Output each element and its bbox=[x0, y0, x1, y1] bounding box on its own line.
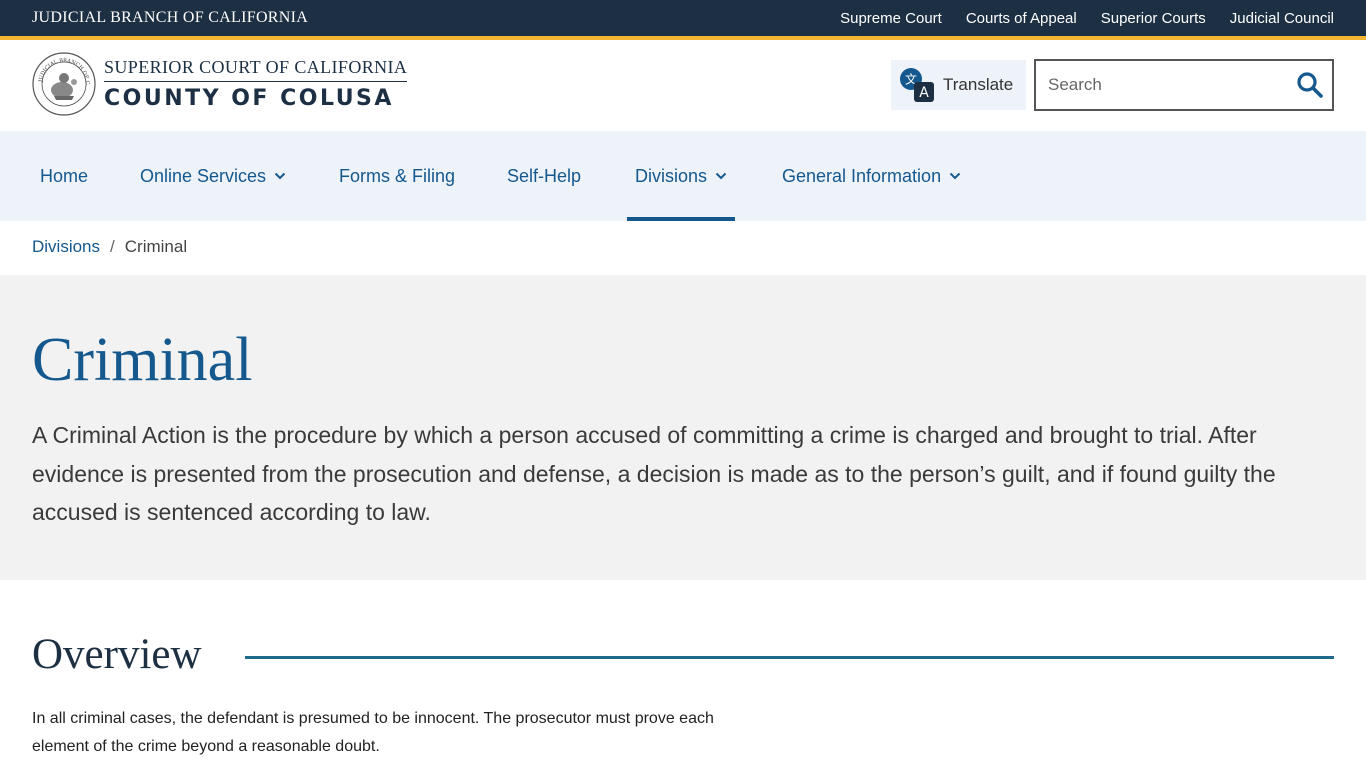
nav-item-label: Forms & Filing bbox=[339, 165, 456, 186]
court-name: SUPERIOR COURT OF CALIFORNIA COUNTY OF C… bbox=[104, 57, 408, 111]
top-link-judicial-council[interactable]: Judicial Council bbox=[1230, 10, 1334, 27]
nav-item-label: Divisions bbox=[635, 165, 708, 186]
chevron-down-icon bbox=[715, 172, 727, 180]
translate-label: Translate bbox=[943, 75, 1014, 94]
top-utility-bar: JUDICIAL BRANCH OF CALIFORNIA Supreme Co… bbox=[0, 0, 1366, 36]
breadcrumb: Divisions / Criminal bbox=[32, 237, 187, 257]
chevron-down-icon bbox=[949, 172, 961, 180]
nav-item-label: Online Services bbox=[140, 165, 267, 186]
search-icon bbox=[1297, 72, 1323, 98]
page-hero: Criminal A Criminal Action is the proced… bbox=[0, 275, 1366, 580]
nav-item-label: General Information bbox=[782, 165, 942, 186]
search-input[interactable] bbox=[1036, 61, 1286, 109]
top-link-superior-courts[interactable]: Superior Courts bbox=[1101, 10, 1206, 27]
nav-item-online-services[interactable]: Online Services bbox=[140, 131, 286, 221]
breadcrumb-divisions-link[interactable]: Divisions bbox=[32, 237, 100, 257]
court-name-line1: SUPERIOR COURT OF CALIFORNIA bbox=[104, 57, 408, 82]
breadcrumb-separator: / bbox=[110, 237, 115, 256]
top-link-supreme-court[interactable]: Supreme Court bbox=[840, 10, 942, 27]
breadcrumb-current: Criminal bbox=[124, 237, 188, 256]
court-seal-icon: JUDICIAL BRANCH OF CALIFORNIA bbox=[32, 52, 96, 116]
judicial-branch-title: JUDICIAL BRANCH OF CALIFORNIA bbox=[32, 9, 309, 26]
nav-item-forms-filing[interactable]: Forms & Filing bbox=[339, 131, 455, 221]
nav-item-self-help[interactable]: Self-Help bbox=[507, 131, 581, 221]
search-box bbox=[1034, 59, 1334, 111]
nav-item-general-information[interactable]: General Information bbox=[782, 131, 961, 221]
overview-heading: Overview bbox=[32, 631, 202, 678]
overview-text: In all criminal cases, the defendant is … bbox=[32, 710, 714, 755]
site-header: JUDICIAL BRANCH OF CALIFORNIA SUPERIOR C… bbox=[0, 40, 1366, 131]
overview-divider bbox=[245, 656, 1334, 659]
search-button[interactable] bbox=[1296, 71, 1324, 99]
svg-text:A: A bbox=[919, 85, 929, 101]
main-nav: Home Online Services Forms & Filing Self… bbox=[0, 131, 1366, 221]
top-link-courts-of-appeal[interactable]: Courts of Appeal bbox=[966, 10, 1077, 27]
chevron-down-icon bbox=[274, 172, 286, 180]
court-name-line2: COUNTY OF COLUSA bbox=[104, 86, 394, 111]
page-title: Criminal bbox=[32, 326, 253, 394]
nav-item-home[interactable]: Home bbox=[40, 131, 88, 221]
nav-item-label: Self-Help bbox=[507, 165, 582, 186]
translate-button[interactable]: 文 A Translate bbox=[891, 60, 1026, 110]
top-links: Supreme Court Courts of Appeal Superior … bbox=[840, 10, 1334, 27]
page-description: A Criminal Action is the procedure by wh… bbox=[32, 422, 1276, 525]
nav-item-divisions[interactable]: Divisions bbox=[626, 131, 736, 221]
nav-item-label: Home bbox=[40, 165, 89, 186]
translate-icon: 文 A bbox=[900, 68, 934, 102]
